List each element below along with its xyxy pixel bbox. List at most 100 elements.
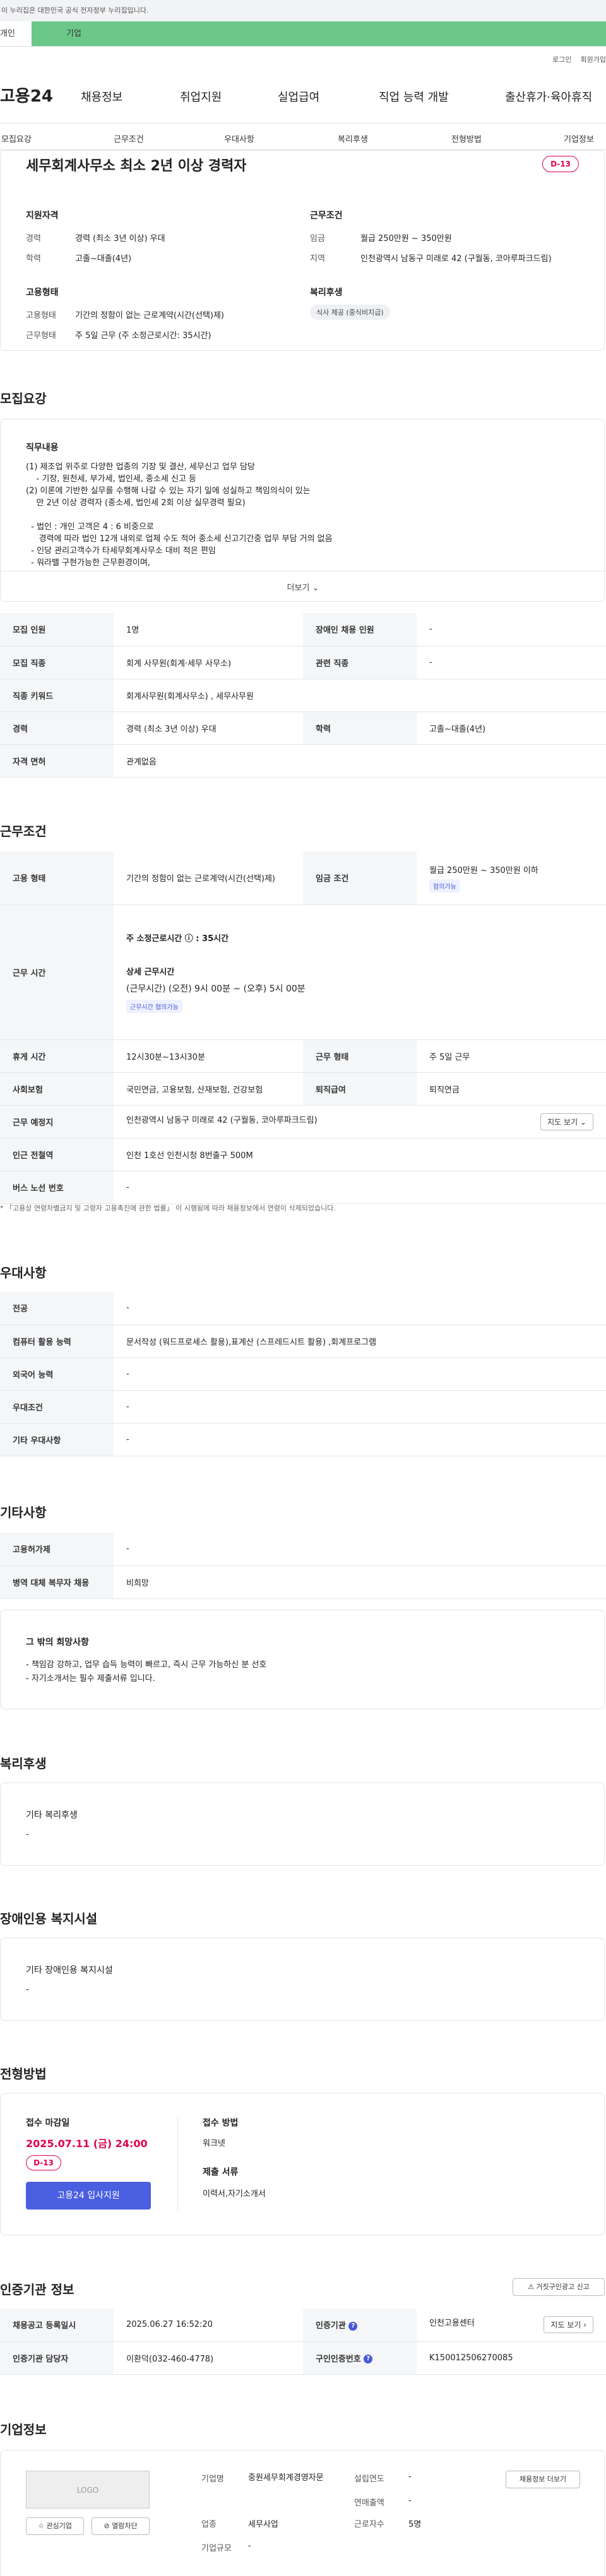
org-cell: 인천고용센터 지도 보기 › <box>417 2309 606 2342</box>
org-label: 인증기관 <box>316 2321 346 2331</box>
wage-cell: 월급 250만원 ~ 350만원 이하협의가능 <box>417 852 606 905</box>
disability-value: - <box>26 1985 29 1994</box>
preference-section-title: 우대사항 <box>0 1265 47 1280</box>
founded-label: 설립연도 <box>354 2474 384 2484</box>
cell-value: 고졸~대졸(4년) <box>417 711 606 745</box>
cell-value: 경력 (최소 3년 이상) 우대 <box>114 711 303 745</box>
table-row: 우대조건 - <box>0 1390 606 1424</box>
join-link[interactable]: 회원가입 <box>581 54 606 64</box>
anchor-conditions[interactable]: 근무조건 <box>114 132 144 144</box>
cell-value: 이환덕(032-460-4778) <box>114 2341 303 2375</box>
jobno-header-cell: 구인인증번호 ? <box>303 2341 417 2375</box>
detail-hours: (근무시간) (오전) 9시 00분 ~ (오후) 5시 00분 <box>126 983 306 994</box>
etc-table: 고용허가제 - 병역 대체 복무자 채용 비희망 <box>0 1533 606 1599</box>
anchor-welfare[interactable]: 복리후생 <box>338 132 368 144</box>
cell-value: 12시30분~13시30분 <box>114 1039 303 1073</box>
cell-value: 비희망 <box>114 1566 606 1599</box>
agency-table: 채용공고 등록일시 2025.06.27 16:52:20 인증기관 ? 인천고… <box>0 2309 606 2375</box>
welfare-heading: 복리후생 <box>310 288 343 298</box>
cell-header: 인근 전철역 <box>0 1138 114 1171</box>
user-type-tabs: 개인 기업 <box>0 21 606 47</box>
cell-header: 컴퓨터 활용 능력 <box>0 1325 114 1358</box>
anchor-selection[interactable]: 전형방법 <box>451 132 482 144</box>
table-row: 자격 면허 관계없음 <box>0 744 606 778</box>
gnb-unemployment-benefit[interactable]: 실업급여 <box>278 88 319 105</box>
cell-value: - <box>114 1171 606 1204</box>
info-icon[interactable]: ? <box>348 2321 358 2331</box>
table-row: 인증기관 담당자 이환덕(032-460-4778) 구인인증번호 ? K150… <box>0 2341 606 2375</box>
cell-header: 학력 <box>303 711 417 745</box>
report-false-ad-button[interactable]: ⚠ 거짓구인광고 신고 <box>513 2278 605 2296</box>
conditions-section-title: 근무조건 <box>0 824 47 839</box>
employees-value: 5명 <box>408 2520 422 2529</box>
anchor-tabs: 모집요강 근무조건 우대사항 복리후생 전형방법 기업정보 <box>0 124 606 150</box>
table-row: 근무 예정지 인천광역시 남동구 미래로 42 (구월동, 코아루파크드림) 지도… <box>0 1105 606 1139</box>
tab-business[interactable]: 기업 <box>32 21 606 46</box>
more-button[interactable]: 더보기 ⌄ <box>1 581 605 593</box>
cell-header: 근무 형태 <box>303 1039 417 1073</box>
wage-negotiable-tag: 협의가능 <box>429 879 460 893</box>
gnb-jobs[interactable]: 채용정보 <box>81 88 122 105</box>
table-row: 모집 인원 1명 장애인 채용 인원 - <box>0 613 606 647</box>
cell-value: K150012506270085 <box>417 2341 606 2375</box>
cell-header: 병역 대체 복무자 채용 <box>0 1566 114 1599</box>
docs-heading: 제출 서류 <box>203 2167 239 2177</box>
wage-value: 월급 250만원 ~ 350만원 <box>360 234 452 243</box>
column-divider <box>177 2116 178 2212</box>
company-name-value: 중원세무회계경영자문 <box>248 2473 324 2483</box>
preference-table: 전공 - 컴퓨터 활용 능력 문서작성 (워드프로세스 활용),표계산 (스프레드시… <box>0 1292 606 1456</box>
cell-value: - <box>417 646 606 679</box>
agency-map-button[interactable]: 지도 보기 › <box>544 2316 593 2334</box>
cell-header: 장애인 채용 인원 <box>303 613 417 647</box>
apply-button[interactable]: 고용24 입사지원 <box>26 2182 151 2210</box>
welfare-chip: 식사 제공 (중식비지급) <box>310 305 390 320</box>
table-row: 휴게 시간 12시30분~13시30분 근무 형태 주 5일 근무 <box>0 1039 606 1073</box>
disability-section-title: 장애인용 복지시설 <box>0 1911 98 1926</box>
duty-text: (1) 제조업 위주로 다양한 업종의 기장 및 결산, 세무신고 업무 담당 … <box>26 462 333 568</box>
hours-negotiable-tag: 근무시간 협의가능 <box>126 999 182 1013</box>
work-type-label: 근무형태 <box>26 331 56 341</box>
gnb-employment-support[interactable]: 취업지원 <box>180 88 222 105</box>
gnb-parental-leave[interactable]: 출산휴가·육아휴직 <box>505 88 592 105</box>
table-row: 근무 시간 주 소정근로시간 ⓘ : 35시간 상세 근무시간 (근무시간) (… <box>0 905 606 1040</box>
info-icon[interactable]: ? <box>364 2355 373 2363</box>
cell-header: 퇴직급여 <box>303 1072 417 1106</box>
work-type-value: 주 5일 근무 (주 소정근로시간: 35시간) <box>75 331 211 341</box>
site-logo[interactable]: 고용24 <box>0 83 53 107</box>
interest-company-button[interactable]: ☆ 관심기업 <box>26 2517 84 2535</box>
table-row: 채용공고 등록일시 2025.06.27 16:52:20 인증기관 ? 인천고… <box>0 2309 606 2342</box>
cell-header: 근무 예정지 <box>0 1105 114 1139</box>
block-view-button[interactable]: ⊘ 열람차단 <box>92 2517 150 2535</box>
cell-header: 모집 인원 <box>0 613 114 647</box>
table-row: 모집 직종 회계 사무원(회계·세무 사무소) 관련 직종 - <box>0 646 606 679</box>
login-link[interactable]: 로그인 <box>552 54 571 64</box>
career-value: 경력 (최소 3년 이상) 우대 <box>75 234 165 243</box>
more-jobs-button[interactable]: 채용정보 더보기 <box>506 2471 580 2488</box>
deadline-heading: 접수 마감일 <box>26 2118 70 2128</box>
table-row: 버스 노선 번호 - <box>0 1171 606 1204</box>
cell-header: 고용 형태 <box>0 852 114 905</box>
qualification-heading: 지원자격 <box>26 211 59 221</box>
cell-value: - <box>114 1423 606 1456</box>
map-button[interactable]: 지도 보기 ⌄ <box>540 1113 593 1130</box>
education-value: 고졸~대졸(4년) <box>75 254 132 264</box>
cell-header: 휴게 시간 <box>0 1039 114 1073</box>
employment-heading: 고용형태 <box>26 288 59 298</box>
cell-header: 외국어 능력 <box>0 1357 114 1391</box>
welfare-value: - <box>26 1830 29 1839</box>
employment-type-label: 고용형태 <box>26 311 56 320</box>
industry-value: 세무사업 <box>248 2520 278 2529</box>
tab-individual[interactable]: 개인 <box>0 21 32 46</box>
cell-value: 인천 1호선 인천시청 8번출구 500M <box>114 1138 606 1171</box>
anchor-company[interactable]: 기업정보 <box>564 132 594 144</box>
gnb-skills[interactable]: 직업 능력 개발 <box>379 88 449 105</box>
gov-banner: 이 누리집은 대한민국 공식 전자정부 누리집입니다. <box>0 0 606 21</box>
table-row: 경력 경력 (최소 3년 이상) 우대 학력 고졸~대졸(4년) <box>0 711 606 745</box>
wage-value: 월급 250만원 ~ 350만원 이하 <box>429 865 538 875</box>
welfare-head: 기타 복리후생 <box>26 1810 78 1820</box>
wage-label: 임금 <box>310 234 325 243</box>
anchor-recruit[interactable]: 모집요강 <box>1 132 32 144</box>
anchor-preference[interactable]: 우대사항 <box>224 132 254 144</box>
region-label: 지역 <box>310 254 325 264</box>
cell-value: 기간의 정함이 없는 근로계약(시간(선택)제) <box>114 852 303 905</box>
